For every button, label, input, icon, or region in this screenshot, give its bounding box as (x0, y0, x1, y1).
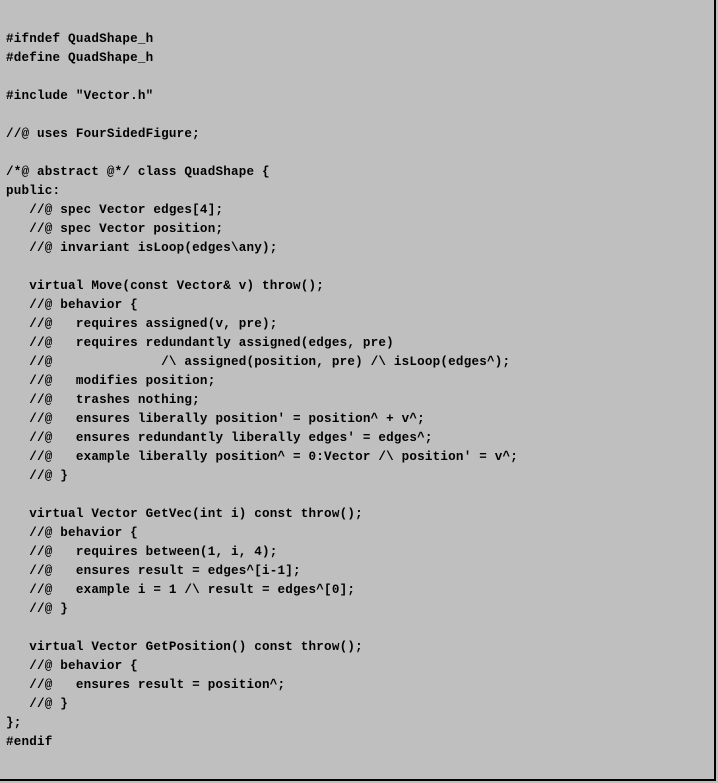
code-line: //@ ensures liberally position' = positi… (6, 412, 425, 426)
code-line: #ifndef QuadShape_h (6, 32, 153, 46)
code-line: //@ spec Vector edges[4]; (6, 203, 223, 217)
code-line: //@ behavior { (6, 298, 138, 312)
code-line: //@ spec Vector position; (6, 222, 223, 236)
code-line: //@ } (6, 602, 68, 616)
code-line: /*@ abstract @*/ class QuadShape { (6, 165, 270, 179)
code-line: //@ ensures result = edges^[i-1]; (6, 564, 301, 578)
code-line: //@ example liberally position^ = 0:Vect… (6, 450, 518, 464)
code-line: //@ behavior { (6, 526, 138, 540)
code-line: //@ ensures redundantly liberally edges'… (6, 431, 433, 445)
code-line: }; (6, 716, 22, 730)
code-line: #include "Vector.h" (6, 89, 153, 103)
code-line: //@ modifies position; (6, 374, 215, 388)
code-line: //@ behavior { (6, 659, 138, 673)
code-line: //@ uses FourSidedFigure; (6, 127, 200, 141)
code-line: //@ requires assigned(v, pre); (6, 317, 278, 331)
code-line: #endif (6, 735, 53, 749)
code-frame: #ifndef QuadShape_h #define QuadShape_h … (0, 0, 716, 781)
code-line: //@ example i = 1 /\ result = edges^[0]; (6, 583, 355, 597)
code-line: //@ requires redundantly assigned(edges,… (6, 336, 394, 350)
code-listing: #ifndef QuadShape_h #define QuadShape_h … (0, 0, 714, 764)
code-line: //@ requires between(1, i, 4); (6, 545, 278, 559)
code-line: public: (6, 184, 60, 198)
code-line: //@ trashes nothing; (6, 393, 200, 407)
code-line: //@ ensures result = position^; (6, 678, 285, 692)
code-line: #define QuadShape_h (6, 51, 153, 65)
code-line: //@ /\ assigned(position, pre) /\ isLoop… (6, 355, 510, 369)
code-line: //@ invariant isLoop(edges\any); (6, 241, 278, 255)
code-line: virtual Vector GetVec(int i) const throw… (6, 507, 363, 521)
code-line: virtual Move(const Vector& v) throw(); (6, 279, 324, 293)
code-line: virtual Vector GetPosition() const throw… (6, 640, 363, 654)
code-line: //@ } (6, 469, 68, 483)
code-line: //@ } (6, 697, 68, 711)
